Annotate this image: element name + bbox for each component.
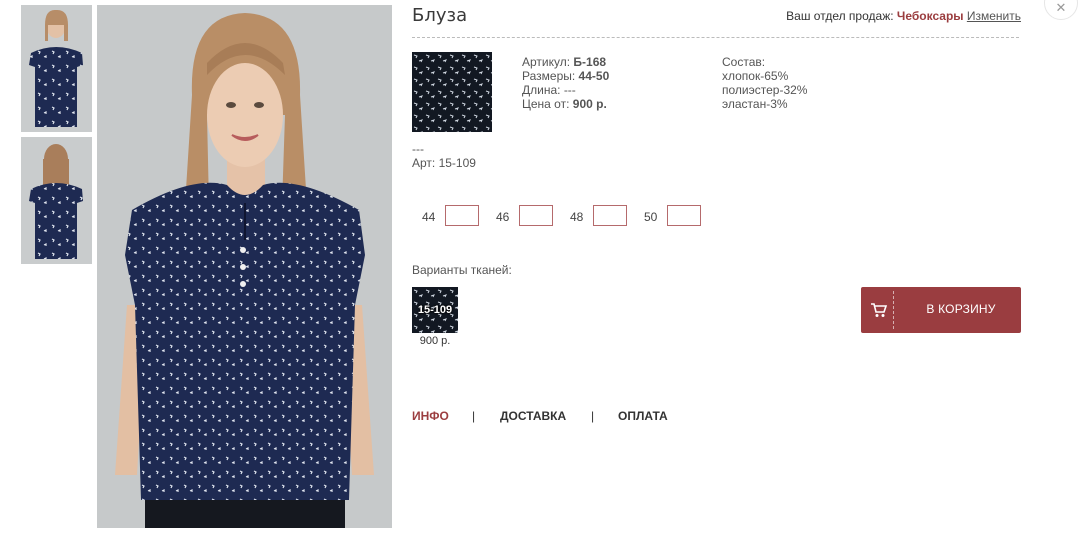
spec-article: Артикул: Б-168 [522,55,607,69]
tab-payment[interactable]: ОПЛАТА [618,409,668,423]
product-photo-front-thumb [21,5,92,132]
product-photo-back-thumb [21,137,92,264]
product-photo-main [97,5,392,528]
description-line: --- [412,142,424,156]
tab-separator: | [591,409,595,423]
size-label-50: 50 [644,210,658,224]
shopping-cart-icon [871,303,888,317]
fabric-variants-label: Варианты тканей: [412,263,512,277]
size-label-44: 44 [422,210,436,224]
thumbnail-front[interactable] [21,5,92,132]
product-specs: Артикул: Б-168 Размеры: 44-50 Длина: ---… [522,55,609,111]
add-to-cart-label: В КОРЗИНУ [926,302,996,316]
tab-separator: | [472,409,476,423]
fabric-preview-image [412,52,492,132]
sales-department-city: Чебоксары [896,9,964,23]
spec-price: Цена от: 900 р. [522,97,607,111]
tab-delivery[interactable]: ДОСТАВКА [500,409,566,423]
size-quantity-input-46[interactable] [519,205,553,226]
product-composition: Состав: хлопок-65% полиэстер-32% эластан… [722,55,807,111]
composition-item: полиэстер-32% [722,83,808,97]
size-quantity-input-44[interactable] [445,205,479,226]
sales-department-label: Ваш отдел продаж: [786,9,894,23]
product-title: Блуза [412,5,468,26]
size-label-48: 48 [570,210,584,224]
change-department-link[interactable]: Изменить [967,9,1021,23]
spec-length: Длина: --- [522,83,576,97]
fabric-variant-swatch[interactable]: 15-109 [412,287,458,333]
composition-item: хлопок-65% [722,69,789,83]
product-main-photo[interactable] [97,5,392,528]
art-line: Арт: 15-109 [412,156,476,170]
spec-sizes: Размеры: 44-50 [522,69,610,83]
fabric-variant-price: 900 р. [419,335,451,347]
close-button[interactable]: ✕ [1044,0,1078,20]
composition-title: Состав: [722,55,766,69]
size-label-46: 46 [496,210,510,224]
tab-info[interactable]: ИНФО [412,409,449,423]
size-quantity-input-48[interactable] [593,205,627,226]
header-divider [412,37,1019,38]
composition-item: эластан-3% [722,97,788,111]
size-quantity-input-50[interactable] [667,205,701,226]
product-description: --- Арт: 15-109 [412,142,476,170]
close-icon: ✕ [1055,0,1067,15]
sales-department: Ваш отдел продаж: Чебоксары Изменить [786,9,1021,23]
cart-button-separator [893,291,894,329]
fabric-variant-code: 15-109 [417,304,453,316]
thumbnail-back[interactable] [21,137,92,264]
add-to-cart-button[interactable]: В КОРЗИНУ [861,287,1021,333]
